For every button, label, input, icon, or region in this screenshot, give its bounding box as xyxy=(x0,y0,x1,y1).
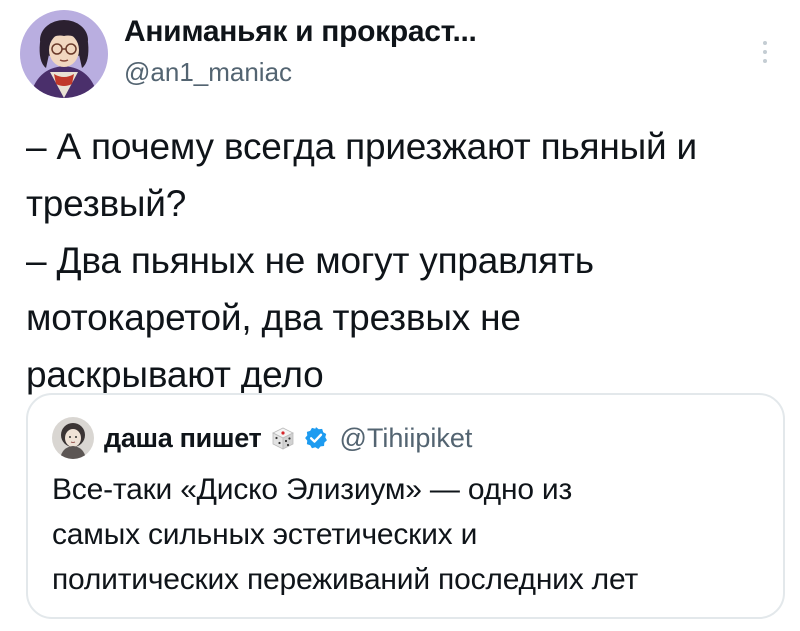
tweet-header: Аниманьяк и прокраст... @an1_maniac xyxy=(20,10,477,98)
avatar-illustration-icon xyxy=(20,10,108,98)
quoted-avatar-illustration-icon xyxy=(52,417,94,459)
tweet-text-line: трезвый? xyxy=(26,183,187,224)
quoted-tweet-header: даша пишет @Tihiipiket xyxy=(52,417,472,459)
quoted-author-display-name[interactable]: даша пишет xyxy=(104,423,262,454)
author-display-name[interactable]: Аниманьяк и прокраст... xyxy=(124,14,477,50)
quoted-tweet[interactable]: даша пишет @Tihiipiket Все-таки «Диско Э… xyxy=(26,393,785,619)
more-options-button[interactable] xyxy=(755,32,775,72)
author-handle[interactable]: @an1_maniac xyxy=(124,54,477,90)
author-names: Аниманьяк и прокраст... @an1_maniac xyxy=(124,14,477,90)
tweet-card[interactable]: Аниманьяк и прокраст... @an1_maniac – А … xyxy=(0,0,800,631)
dice-icon xyxy=(272,427,295,450)
more-dot-icon xyxy=(763,41,767,45)
quoted-tweet-text: Все-таки «Диско Элизиум» — одно из самых… xyxy=(52,467,772,602)
quoted-author-avatar[interactable] xyxy=(52,417,94,459)
tweet-text-line: – А почему всегда приезжают пьяный и xyxy=(26,126,697,167)
more-dot-icon xyxy=(763,59,767,63)
author-avatar[interactable] xyxy=(20,10,108,98)
more-dot-icon xyxy=(763,50,767,54)
quoted-tweet-text-line: политических переживаний последних лет xyxy=(52,563,639,596)
tweet-text: – А почему всегда приезжают пьяный и тре… xyxy=(26,118,786,403)
tweet-text-line: мотокаретой, два трезвых не xyxy=(26,297,521,338)
quoted-tweet-text-line: самых сильных эстетических и xyxy=(52,518,478,551)
quoted-author-handle[interactable]: @Tihiipiket xyxy=(339,423,472,454)
verified-badge-icon xyxy=(305,427,328,449)
tweet-text-line: – Два пьяных не могут управлять xyxy=(26,240,594,281)
quoted-tweet-text-line: Все-таки «Диско Элизиум» — одно из xyxy=(52,473,573,506)
